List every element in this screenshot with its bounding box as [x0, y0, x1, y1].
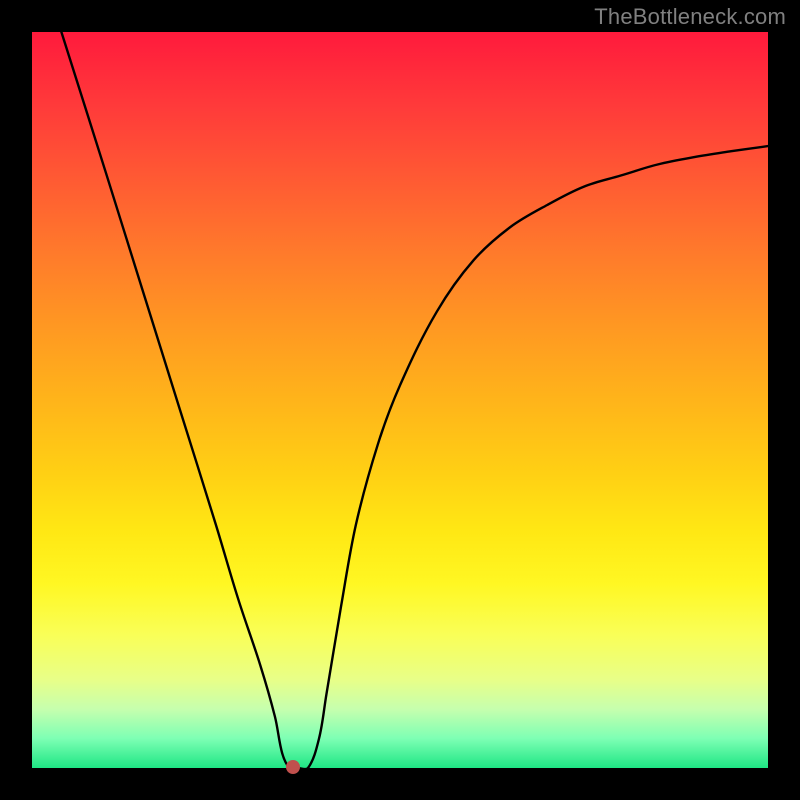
optimal-point-marker [286, 760, 300, 774]
plot-area [32, 32, 768, 768]
bottleneck-curve [32, 32, 768, 768]
watermark-text: TheBottleneck.com [594, 4, 786, 30]
chart-canvas: TheBottleneck.com [0, 0, 800, 800]
